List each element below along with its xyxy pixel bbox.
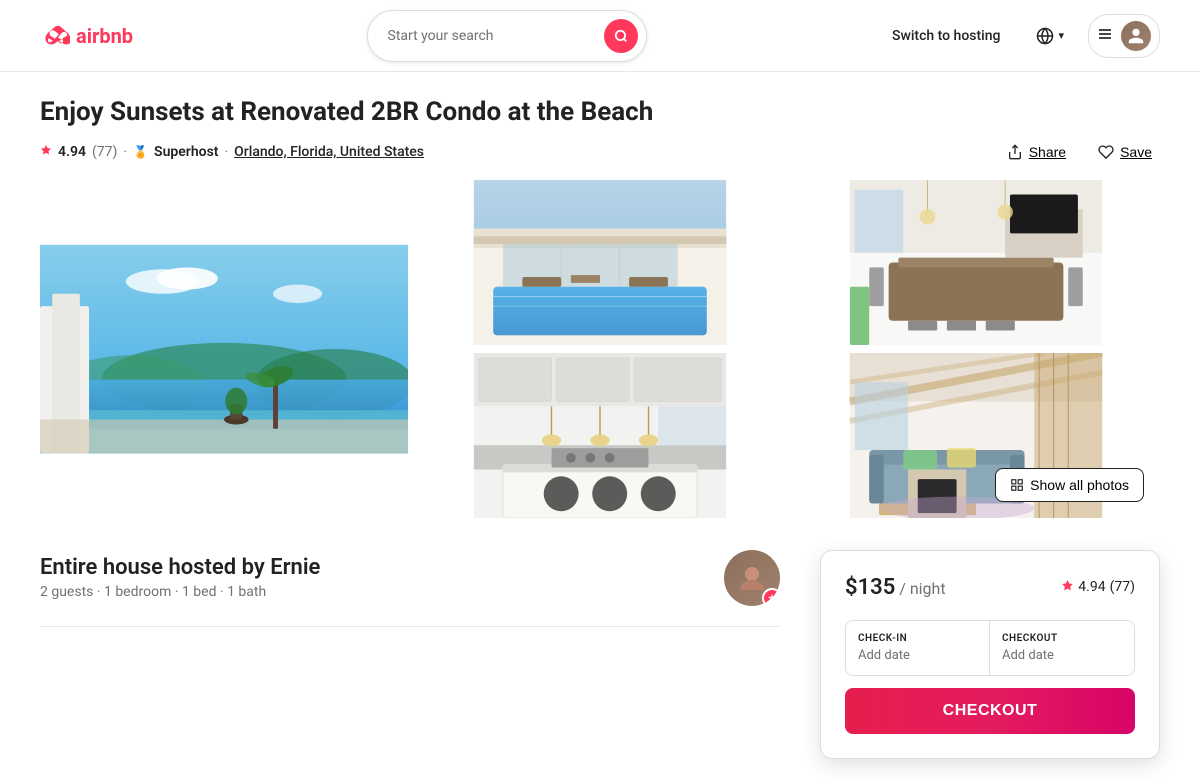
- main-content: Enjoy Sunsets at Renovated 2BR Condo at …: [0, 72, 1200, 783]
- user-menu[interactable]: [1088, 14, 1160, 58]
- photo-main[interactable]: [40, 180, 408, 518]
- host-avatar: [724, 550, 780, 606]
- globe-icon: [1036, 27, 1054, 45]
- dot-separator-1: ·: [123, 144, 127, 160]
- language-selector[interactable]: ▾: [1028, 19, 1072, 53]
- host-header: Entire house hosted by Ernie 2 guests · …: [40, 550, 780, 606]
- card-rating-value: 4.94: [1078, 579, 1105, 595]
- airbnb-logo-icon: [40, 16, 70, 55]
- superhost-icon: 🏅: [133, 145, 148, 159]
- photo-bottom-right[interactable]: Show all photos: [792, 353, 1160, 518]
- chevron-down-icon: ▾: [1058, 29, 1064, 42]
- photo-grid-wrapper: Show all photos: [40, 180, 1160, 518]
- meta-right: Share Save: [999, 140, 1160, 164]
- checkout-cell[interactable]: CHECKOUT Add date: [990, 621, 1134, 675]
- checkin-value: Add date: [858, 648, 977, 663]
- bottom-section: Entire house hosted by Ernie 2 guests · …: [40, 550, 1160, 759]
- booking-card: $135 / night 4.94 (77) CHECK-IN Add date: [820, 550, 1160, 759]
- share-icon: [1007, 144, 1023, 160]
- checkin-label: CHECK-IN: [858, 633, 977, 644]
- dot-separator-2: ·: [224, 144, 228, 160]
- search-bar[interactable]: Start your search: [367, 10, 647, 62]
- nav-right: Switch to hosting ▾: [880, 14, 1160, 58]
- review-count: (77): [92, 144, 117, 160]
- star-icon: [40, 144, 52, 160]
- host-section: Entire house hosted by Ernie 2 guests · …: [40, 550, 780, 627]
- save-button[interactable]: Save: [1090, 140, 1160, 164]
- search-button[interactable]: [604, 19, 638, 53]
- rating-value: 4.94: [58, 144, 86, 160]
- switch-hosting-link[interactable]: Switch to hosting: [880, 20, 1012, 52]
- location-link[interactable]: Orlando, Florida, United States: [234, 144, 424, 160]
- photo-top-right[interactable]: [792, 180, 1160, 345]
- avatar: [1121, 21, 1151, 51]
- hamburger-icon: [1097, 26, 1113, 46]
- checkout-value: Add date: [1002, 648, 1122, 663]
- card-review-count: (77): [1110, 579, 1135, 595]
- checkin-cell[interactable]: CHECK-IN Add date: [846, 621, 990, 675]
- logo-text: airbnb: [76, 24, 133, 48]
- meta-left: 4.94 (77) · 🏅 Superhost · Orlando, Flori…: [40, 144, 424, 160]
- search-placeholder: Start your search: [388, 28, 596, 44]
- host-name-section: Entire house hosted by Ernie 2 guests · …: [40, 555, 320, 600]
- price-amount: $135: [845, 575, 895, 600]
- host-title: Entire house hosted by Ernie: [40, 555, 320, 580]
- checkout-label: CHECKOUT: [1002, 633, 1122, 644]
- heart-icon: [1098, 144, 1114, 160]
- header: airbnb Start your search Switch to hosti…: [0, 0, 1200, 72]
- logo[interactable]: airbnb: [40, 16, 133, 55]
- card-star-icon: [1061, 579, 1074, 596]
- host-info: Entire house hosted by Ernie 2 guests · …: [40, 550, 780, 627]
- date-grid: CHECK-IN Add date CHECKOUT Add date: [845, 620, 1135, 676]
- checkout-button[interactable]: CHECKOUT: [845, 688, 1135, 734]
- superhost-badge: Superhost: [154, 144, 218, 160]
- card-rating: 4.94 (77): [1061, 579, 1135, 596]
- host-details: 2 guests · 1 bedroom · 1 bed · 1 bath: [40, 584, 320, 600]
- listing-meta: 4.94 (77) · 🏅 Superhost · Orlando, Flori…: [40, 140, 1160, 164]
- photo-grid: Show all photos: [40, 180, 1160, 518]
- price-row: $135 / night 4.94 (77): [845, 575, 1135, 600]
- grid-icon: [1010, 478, 1024, 492]
- photo-bottom-middle[interactable]: [416, 353, 784, 518]
- photo-top-middle[interactable]: [416, 180, 784, 345]
- price-section: $135 / night: [845, 575, 946, 600]
- price-per-night: / night: [899, 579, 945, 598]
- show-all-photos-button[interactable]: Show all photos: [995, 468, 1144, 502]
- listing-title: Enjoy Sunsets at Renovated 2BR Condo at …: [40, 96, 1160, 130]
- host-superhost-badge: [762, 588, 780, 606]
- share-button[interactable]: Share: [999, 140, 1074, 164]
